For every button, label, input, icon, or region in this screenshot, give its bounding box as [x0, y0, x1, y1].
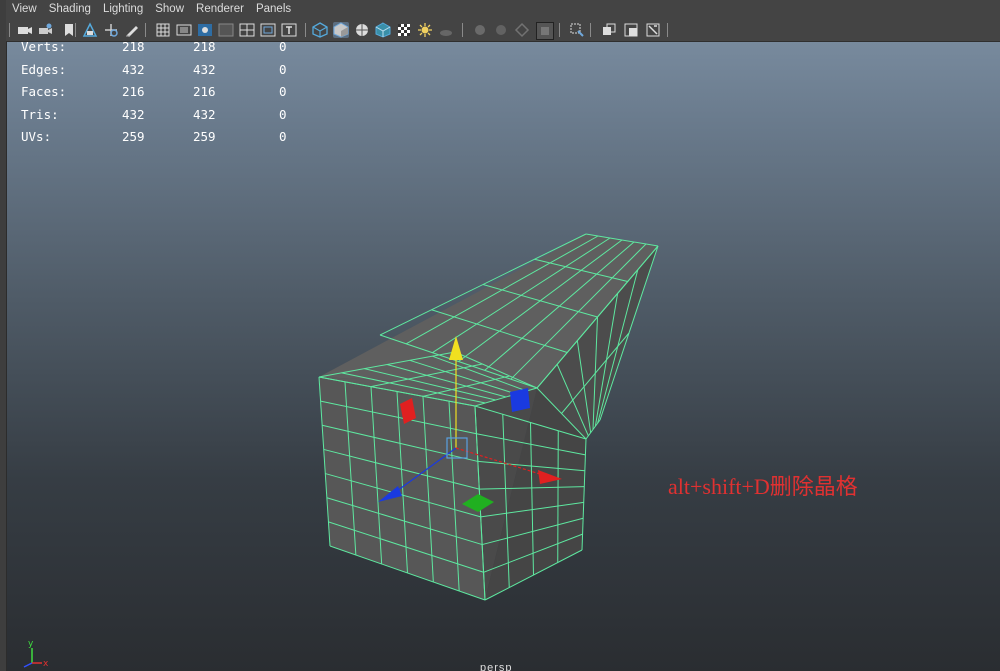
- scene-canvas[interactable]: [0, 0, 1000, 671]
- poly-mesh[interactable]: [318, 233, 659, 601]
- mesh-edge: [557, 430, 559, 563]
- perspective-viewport[interactable]: View Shading Lighting Show Renderer Pane…: [0, 0, 1000, 671]
- axis-z-line: [23, 662, 33, 668]
- axis-y-label: y: [28, 639, 34, 649]
- annotation-text: alt+shift+D删除晶格: [668, 474, 858, 499]
- axis-x-label: x: [43, 659, 49, 669]
- manip-xy-plane[interactable]: [510, 388, 530, 412]
- camera-name-label: persp: [480, 662, 513, 671]
- view-axis-indicator: y x: [23, 639, 49, 669]
